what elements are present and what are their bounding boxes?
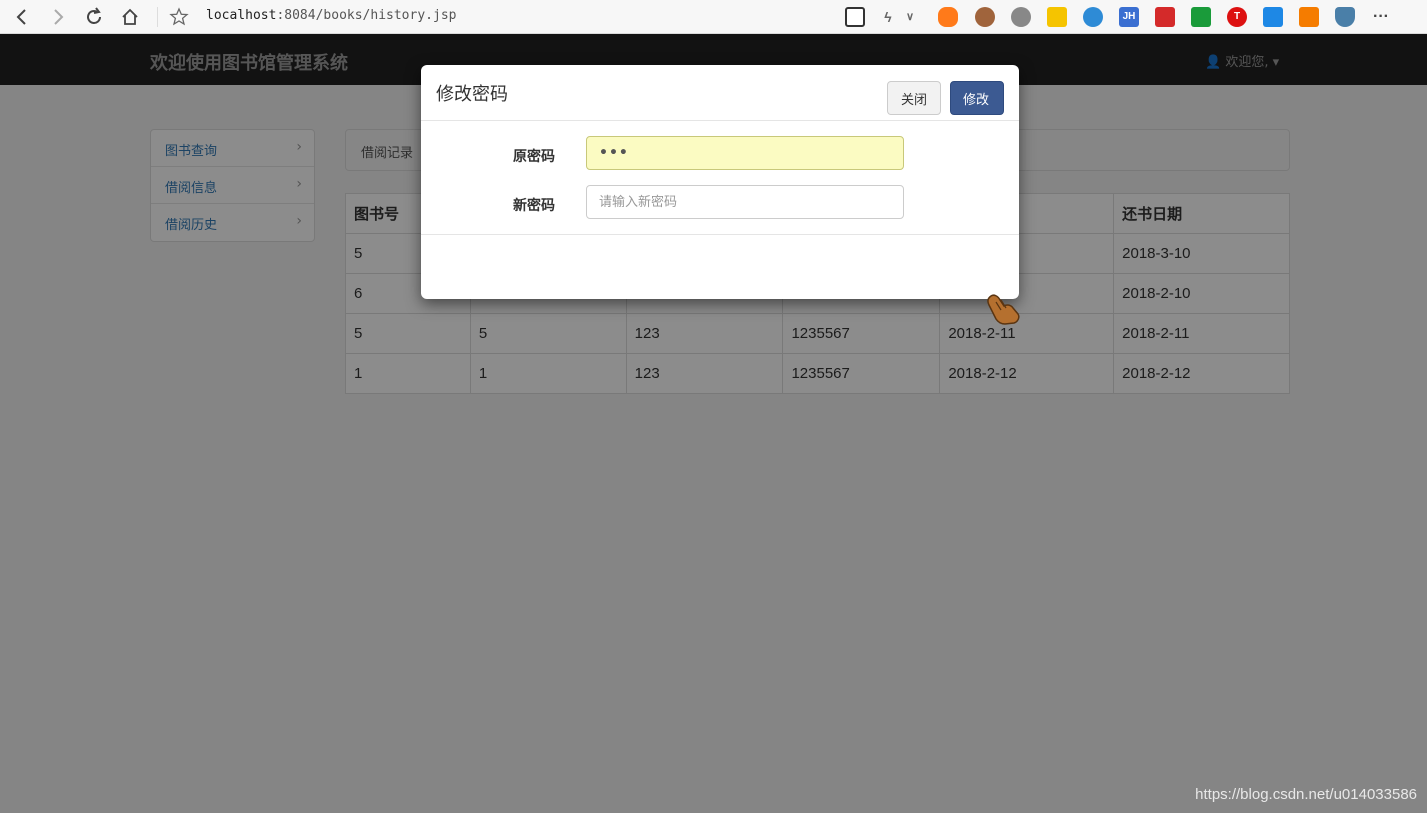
change-password-modal: 修改密码 × 原密码 新密码 关闭 修改 <box>421 65 1019 299</box>
new-password-label: 新密码 <box>513 198 555 214</box>
old-password-label: 原密码 <box>513 149 555 165</box>
address-bar[interactable]: localhost:8084/books/history.jsp <box>206 8 456 23</box>
globe-icon[interactable] <box>1083 7 1103 27</box>
back-icon[interactable] <box>10 5 34 29</box>
browser-toolbar: localhost:8084/books/history.jsp ϟ ∨ JH … <box>0 0 1427 34</box>
new-password-field[interactable] <box>586 185 904 219</box>
qr-code-icon[interactable] <box>845 7 865 27</box>
url-host: localhost <box>206 8 277 23</box>
app-page: 欢迎使用图书馆管理系统 👤 欢迎您, ▾ 图书查询 › 借阅信息 › 借阅历史 … <box>0 34 1427 813</box>
reload-icon[interactable] <box>82 5 106 29</box>
shield-icon[interactable] <box>1335 7 1355 27</box>
new-icon[interactable] <box>1263 7 1283 27</box>
watermark: https://blog.csdn.net/u014033586 <box>1195 786 1417 803</box>
flash-icon[interactable]: ϟ <box>878 7 898 27</box>
bookmark-star-icon[interactable] <box>167 5 191 29</box>
t-icon[interactable]: T <box>1227 7 1247 27</box>
forward-icon[interactable] <box>46 5 70 29</box>
url-path: :8084/books/history.jsp <box>276 8 457 23</box>
pocket-icon[interactable] <box>1155 7 1175 27</box>
more-icon[interactable]: ··· <box>1371 7 1391 27</box>
gear-icon[interactable] <box>1011 7 1031 27</box>
chevron-down-icon[interactable]: ∨ <box>900 7 920 27</box>
gamepad-icon[interactable] <box>938 7 958 27</box>
square-icon[interactable] <box>1191 7 1211 27</box>
toolbar-divider <box>157 7 158 27</box>
calendar-icon[interactable] <box>1047 7 1067 27</box>
close-button[interactable]: 关闭 <box>887 81 941 115</box>
submit-button[interactable]: 修改 <box>950 81 1004 115</box>
monkey-icon[interactable] <box>975 7 995 27</box>
jh-icon[interactable]: JH <box>1119 7 1139 27</box>
old-password-field[interactable] <box>586 136 904 170</box>
hand-cursor-icon <box>985 292 1021 330</box>
terminal-icon[interactable] <box>1299 7 1319 27</box>
home-icon[interactable] <box>118 5 142 29</box>
modal-body: 原密码 新密码 <box>421 121 1019 235</box>
